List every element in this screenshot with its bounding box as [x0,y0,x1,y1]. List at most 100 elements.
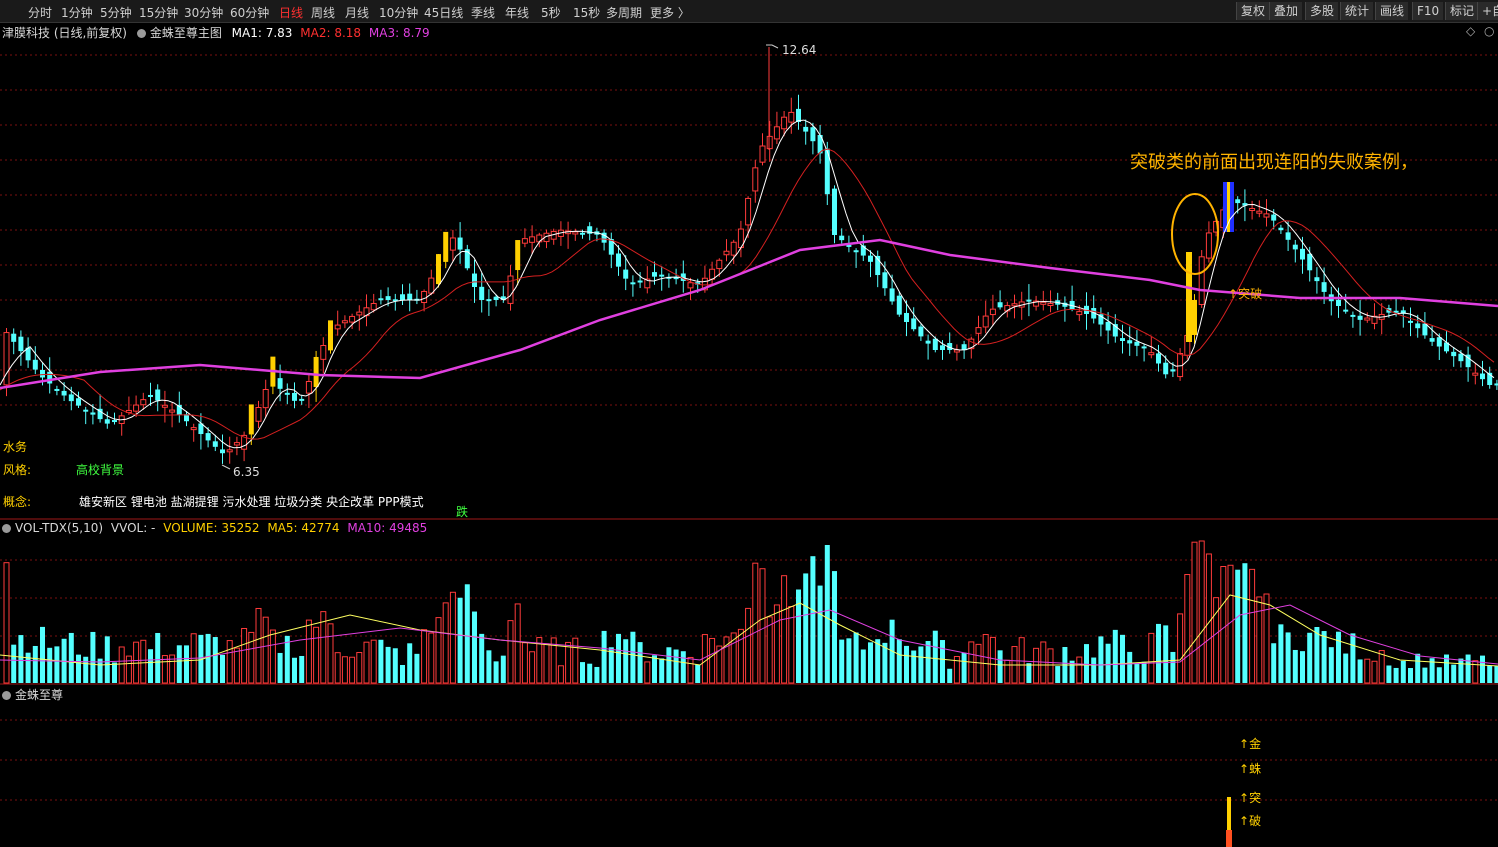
candle-body [212,441,218,447]
candle-body [1198,256,1205,305]
candle-body [1120,338,1125,341]
candle-body [313,356,319,387]
volume-bar [1328,647,1334,683]
candle-body [810,127,816,142]
candle-body [140,399,147,406]
volume-bar [773,604,780,684]
volume-bar [292,657,297,683]
volume-bar [580,662,585,683]
volume-bar [1307,632,1313,683]
annotation-text: 突破类的前面出现连阳的失败案例， [1130,152,1418,173]
blue-bar [1230,182,1234,232]
volume-bar [1134,662,1140,683]
volume-bar [1055,666,1061,683]
candle-body [1127,340,1133,344]
volume-bar [846,638,852,683]
volume-bar [572,637,579,684]
volume-settings-icon[interactable] [2,521,15,535]
candle-body [759,145,766,163]
volume-bar [695,664,701,683]
volume-bar [226,640,233,684]
candle-body [659,274,665,277]
volume-bar [1393,667,1399,683]
volume-bar [781,575,788,684]
candle-body [284,392,290,395]
bottom-settings-icon[interactable] [2,688,15,702]
volume-bar [1177,613,1184,684]
candle-body [1321,282,1327,292]
candle-body [1364,317,1371,321]
volume-bar [176,645,182,683]
volume-bar [982,634,989,684]
volume-pane-title: VOL-TDX(5,10) VVOL: - VOLUME: 35252 MA5:… [2,521,427,535]
volume-bar [1451,664,1457,683]
bottom-pane-title: 金蛛至尊 [2,686,63,703]
volume-bar [1292,649,1298,683]
candle-body [255,407,262,422]
volume-bar [1112,629,1118,683]
volume-bar [652,655,657,683]
candle-body [356,311,363,316]
high-price-label: 12.64 [782,43,817,57]
candle-body [853,250,859,253]
volume-bar [1163,625,1169,683]
volume-bar [1047,648,1054,684]
bottom-indicator-name[interactable]: 金蛛至尊 [15,688,63,702]
volume-bar [521,642,528,684]
volume-bar [54,646,60,683]
volume-bar [327,623,334,684]
volume-bar [1278,624,1284,683]
candle-body [572,231,579,235]
candle-body [889,288,895,302]
volume-bar [457,597,463,683]
volume-bar [1436,667,1442,683]
candle-body [1357,315,1363,320]
candle-body [637,280,643,283]
volume-bar [1343,653,1349,683]
volume-bar [1198,540,1205,684]
candle-body [385,296,391,300]
signal-po: ↑破 [1239,814,1262,828]
vol-ma10-readout: MA10: 49485 [347,521,428,535]
volume-bar [989,636,996,684]
candle-body [781,116,788,130]
candle-body [1472,372,1479,376]
volume-bar [1018,637,1025,684]
volume-bar [1091,657,1097,683]
signal-jin: ↑金 [1239,737,1262,751]
volume-bar [349,656,356,684]
ma2-line [0,148,1495,440]
candle-body [1141,346,1147,349]
volume-bar [1386,665,1392,683]
volume-bar [3,562,10,684]
volume-bar [543,643,550,684]
volume-bar [385,646,391,683]
candle-body [723,250,730,256]
volume-bar [104,636,110,683]
volume-bar [449,591,456,684]
volume-bar [248,631,255,684]
candle-body [436,254,441,285]
candle-body [773,126,780,140]
volume-bar [630,631,636,683]
volume-bar [76,654,81,683]
volume-bar [155,632,161,683]
kline-chart[interactable] [0,0,1498,847]
volume-bar [687,656,694,684]
candle-body [1458,353,1464,362]
volume-bar [11,644,17,683]
volume-bar [940,640,945,683]
volume-bar [1170,651,1176,683]
volume-bar [709,637,716,684]
volume-bar [472,611,477,683]
candle-body [839,235,845,241]
volume-indicator-name[interactable]: VOL-TDX(5,10) [15,521,103,535]
candle-body [1170,369,1176,372]
candle-body [1026,299,1032,302]
candle-body [349,315,356,323]
candle-body [220,449,225,454]
candle-body [400,294,405,300]
candle-body [421,290,428,304]
low-price-label: 6.35 [233,465,260,479]
candle-body [521,238,528,244]
